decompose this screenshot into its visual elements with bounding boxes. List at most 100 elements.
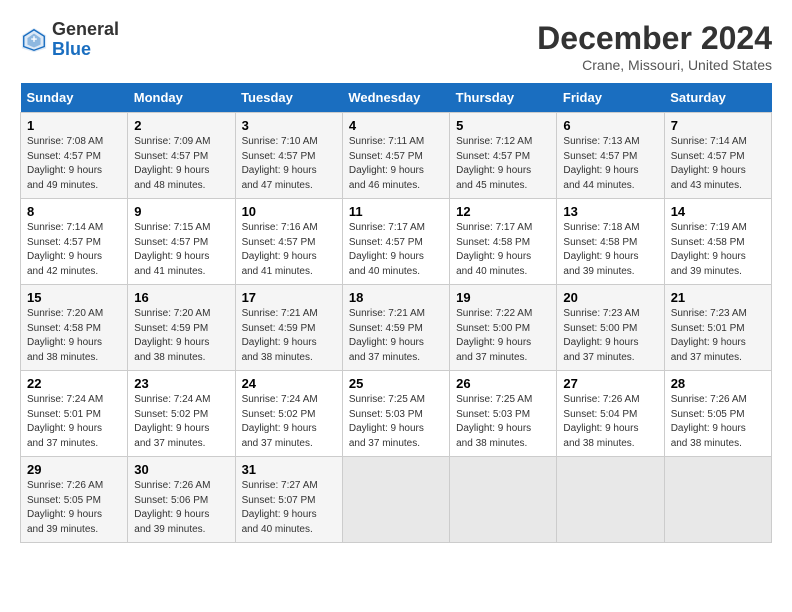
day-number: 2 [134,118,228,133]
calendar-table: Sunday Monday Tuesday Wednesday Thursday… [20,83,772,543]
day-number: 7 [671,118,765,133]
table-row: 28 Sunrise: 7:26 AMSunset: 5:05 PMDaylig… [664,371,771,457]
table-row: 9 Sunrise: 7:15 AMSunset: 4:57 PMDayligh… [128,199,235,285]
day-number: 27 [563,376,657,391]
day-number: 8 [27,204,121,219]
day-info: Sunrise: 7:25 AMSunset: 5:03 PMDaylight:… [456,394,532,449]
day-info: Sunrise: 7:14 AMSunset: 4:57 PMDaylight:… [27,222,103,277]
day-info: Sunrise: 7:27 AMSunset: 5:07 PMDaylight:… [242,480,318,535]
day-number: 25 [349,376,443,391]
table-row: 19 Sunrise: 7:22 AMSunset: 5:00 PMDaylig… [450,285,557,371]
day-info: Sunrise: 7:26 AMSunset: 5:05 PMDaylight:… [27,480,103,535]
table-row: 13 Sunrise: 7:18 AMSunset: 4:58 PMDaylig… [557,199,664,285]
day-info: Sunrise: 7:16 AMSunset: 4:57 PMDaylight:… [242,222,318,277]
day-info: Sunrise: 7:25 AMSunset: 5:03 PMDaylight:… [349,394,425,449]
day-info: Sunrise: 7:24 AMSunset: 5:02 PMDaylight:… [242,394,318,449]
title-area: December 2024 Crane, Missouri, United St… [537,20,772,73]
day-number: 5 [456,118,550,133]
day-info: Sunrise: 7:13 AMSunset: 4:57 PMDaylight:… [563,136,639,191]
table-row: 15 Sunrise: 7:20 AMSunset: 4:58 PMDaylig… [21,285,128,371]
day-number: 19 [456,290,550,305]
day-info: Sunrise: 7:15 AMSunset: 4:57 PMDaylight:… [134,222,210,277]
day-info: Sunrise: 7:12 AMSunset: 4:57 PMDaylight:… [456,136,532,191]
day-number: 29 [27,462,121,477]
table-row [557,457,664,543]
header-row: Sunday Monday Tuesday Wednesday Thursday… [21,83,772,113]
day-info: Sunrise: 7:26 AMSunset: 5:06 PMDaylight:… [134,480,210,535]
table-row: 29 Sunrise: 7:26 AMSunset: 5:05 PMDaylig… [21,457,128,543]
day-info: Sunrise: 7:19 AMSunset: 4:58 PMDaylight:… [671,222,747,277]
day-info: Sunrise: 7:21 AMSunset: 4:59 PMDaylight:… [349,308,425,363]
week-row: 29 Sunrise: 7:26 AMSunset: 5:05 PMDaylig… [21,457,772,543]
week-row: 15 Sunrise: 7:20 AMSunset: 4:58 PMDaylig… [21,285,772,371]
day-number: 11 [349,204,443,219]
table-row: 11 Sunrise: 7:17 AMSunset: 4:57 PMDaylig… [342,199,449,285]
day-info: Sunrise: 7:08 AMSunset: 4:57 PMDaylight:… [27,136,103,191]
table-row: 4 Sunrise: 7:11 AMSunset: 4:57 PMDayligh… [342,113,449,199]
logo-blue: Blue [52,39,91,59]
week-row: 8 Sunrise: 7:14 AMSunset: 4:57 PMDayligh… [21,199,772,285]
day-info: Sunrise: 7:23 AMSunset: 5:01 PMDaylight:… [671,308,747,363]
day-number: 20 [563,290,657,305]
day-number: 14 [671,204,765,219]
table-row: 3 Sunrise: 7:10 AMSunset: 4:57 PMDayligh… [235,113,342,199]
day-info: Sunrise: 7:23 AMSunset: 5:00 PMDaylight:… [563,308,639,363]
table-row [450,457,557,543]
table-row: 21 Sunrise: 7:23 AMSunset: 5:01 PMDaylig… [664,285,771,371]
week-row: 1 Sunrise: 7:08 AMSunset: 4:57 PMDayligh… [21,113,772,199]
day-number: 28 [671,376,765,391]
table-row: 30 Sunrise: 7:26 AMSunset: 5:06 PMDaylig… [128,457,235,543]
day-info: Sunrise: 7:26 AMSunset: 5:04 PMDaylight:… [563,394,639,449]
table-row [664,457,771,543]
day-info: Sunrise: 7:18 AMSunset: 4:58 PMDaylight:… [563,222,639,277]
day-number: 4 [349,118,443,133]
day-number: 9 [134,204,228,219]
table-row: 8 Sunrise: 7:14 AMSunset: 4:57 PMDayligh… [21,199,128,285]
table-row: 20 Sunrise: 7:23 AMSunset: 5:00 PMDaylig… [557,285,664,371]
day-info: Sunrise: 7:11 AMSunset: 4:57 PMDaylight:… [349,136,424,191]
day-info: Sunrise: 7:26 AMSunset: 5:05 PMDaylight:… [671,394,747,449]
day-number: 16 [134,290,228,305]
day-number: 31 [242,462,336,477]
table-row: 6 Sunrise: 7:13 AMSunset: 4:57 PMDayligh… [557,113,664,199]
table-row: 1 Sunrise: 7:08 AMSunset: 4:57 PMDayligh… [21,113,128,199]
table-row [342,457,449,543]
day-info: Sunrise: 7:24 AMSunset: 5:01 PMDaylight:… [27,394,103,449]
logo-icon [20,26,48,54]
table-row: 2 Sunrise: 7:09 AMSunset: 4:57 PMDayligh… [128,113,235,199]
header: General Blue December 2024 Crane, Missou… [20,20,772,73]
col-friday: Friday [557,83,664,113]
day-info: Sunrise: 7:22 AMSunset: 5:00 PMDaylight:… [456,308,532,363]
table-row: 31 Sunrise: 7:27 AMSunset: 5:07 PMDaylig… [235,457,342,543]
day-info: Sunrise: 7:24 AMSunset: 5:02 PMDaylight:… [134,394,210,449]
week-row: 22 Sunrise: 7:24 AMSunset: 5:01 PMDaylig… [21,371,772,457]
day-number: 24 [242,376,336,391]
col-monday: Monday [128,83,235,113]
month-title: December 2024 [537,20,772,57]
table-row: 22 Sunrise: 7:24 AMSunset: 5:01 PMDaylig… [21,371,128,457]
logo-text: General Blue [52,20,119,60]
day-number: 26 [456,376,550,391]
col-tuesday: Tuesday [235,83,342,113]
table-row: 26 Sunrise: 7:25 AMSunset: 5:03 PMDaylig… [450,371,557,457]
table-row: 23 Sunrise: 7:24 AMSunset: 5:02 PMDaylig… [128,371,235,457]
calendar-body: 1 Sunrise: 7:08 AMSunset: 4:57 PMDayligh… [21,113,772,543]
location: Crane, Missouri, United States [537,57,772,73]
day-number: 17 [242,290,336,305]
table-row: 10 Sunrise: 7:16 AMSunset: 4:57 PMDaylig… [235,199,342,285]
day-number: 21 [671,290,765,305]
logo: General Blue [20,20,119,60]
day-number: 6 [563,118,657,133]
day-number: 23 [134,376,228,391]
table-row: 16 Sunrise: 7:20 AMSunset: 4:59 PMDaylig… [128,285,235,371]
logo-general: General [52,19,119,39]
table-row: 27 Sunrise: 7:26 AMSunset: 5:04 PMDaylig… [557,371,664,457]
day-info: Sunrise: 7:20 AMSunset: 4:58 PMDaylight:… [27,308,103,363]
day-number: 13 [563,204,657,219]
day-number: 12 [456,204,550,219]
calendar-header: Sunday Monday Tuesday Wednesday Thursday… [21,83,772,113]
col-saturday: Saturday [664,83,771,113]
table-row: 17 Sunrise: 7:21 AMSunset: 4:59 PMDaylig… [235,285,342,371]
day-number: 15 [27,290,121,305]
day-info: Sunrise: 7:10 AMSunset: 4:57 PMDaylight:… [242,136,318,191]
